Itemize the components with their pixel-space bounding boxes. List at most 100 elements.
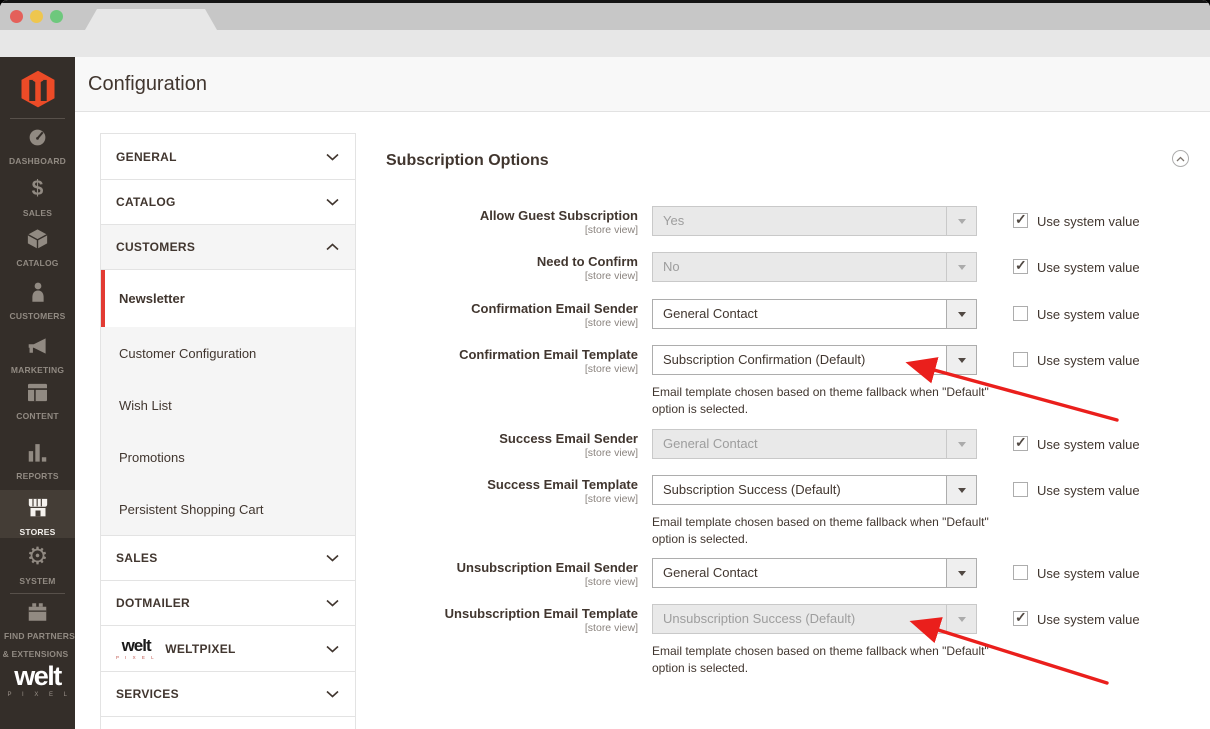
sidebar-item-label: DASHBOARD — [9, 156, 66, 166]
reports-icon — [0, 441, 75, 463]
page-header: Configuration — [75, 57, 1210, 112]
page-title: Configuration — [88, 57, 207, 111]
select-arrow-icon — [946, 346, 976, 374]
sidebar-item-dashboard[interactable]: DASHBOARD — [0, 126, 75, 169]
chevron-down-icon — [326, 594, 339, 612]
config-nav-item-customer-configuration[interactable]: Customer Configuration — [101, 327, 355, 379]
config-nav-item-newsletter[interactable]: Newsletter — [101, 270, 355, 327]
use-system-value-checkbox[interactable] — [1013, 436, 1028, 451]
config-nav: GENERAL CATALOG CUSTOMERS Newsletter Cus… — [100, 133, 356, 729]
zoom-window-button[interactable] — [50, 10, 63, 23]
unsubscription-email-template-select[interactable]: Unsubscription Success (Default) — [652, 604, 977, 634]
chevron-down-icon — [326, 549, 339, 567]
minimize-window-button[interactable] — [30, 10, 43, 23]
sidebar-item-catalog[interactable]: CATALOG — [0, 228, 75, 271]
collapse-section-button[interactable] — [1172, 150, 1189, 167]
sidebar-item-customers[interactable]: CUSTOMERS — [0, 281, 75, 324]
allow-guest-subscription-select[interactable]: Yes — [652, 206, 977, 236]
config-nav-section-customers[interactable]: CUSTOMERS — [101, 224, 355, 269]
chevron-down-icon — [326, 148, 339, 166]
field-label: Need to Confirm [store view] — [356, 255, 638, 284]
use-system-value-checkbox[interactable] — [1013, 259, 1028, 274]
field-note: Email template chosen based on theme fal… — [652, 643, 1004, 677]
config-nav-section-services[interactable]: SERVICES — [101, 671, 355, 716]
sidebar-item-marketing[interactable]: MARKETING — [0, 335, 75, 378]
use-system-value-checkbox[interactable] — [1013, 306, 1028, 321]
use-system-value-label[interactable]: Use system value — [1037, 437, 1140, 452]
config-nav-section-catalog[interactable]: CATALOG — [101, 179, 355, 224]
scope-hint: [store view] — [356, 576, 638, 590]
select-arrow-icon — [946, 430, 976, 458]
use-system-value-checkbox[interactable] — [1013, 565, 1028, 580]
confirmation-email-template-select[interactable]: Subscription Confirmation (Default) — [652, 345, 977, 375]
scope-hint: [store view] — [356, 447, 638, 461]
config-nav-section-dotmailer[interactable]: DOTMAILER — [101, 580, 355, 625]
section-label: SERVICES — [116, 687, 179, 701]
section-label: CATALOG — [116, 195, 176, 209]
content-area: GENERAL CATALOG CUSTOMERS Newsletter Cus… — [75, 112, 1210, 729]
browser-chrome — [0, 0, 1210, 57]
sidebar-item-stores[interactable]: STORES — [0, 490, 75, 538]
config-nav-item-promotions[interactable]: Promotions — [101, 431, 355, 483]
confirmation-email-sender-select[interactable]: General Contact — [652, 299, 977, 329]
select-arrow-icon — [946, 559, 976, 587]
magento-admin-app: DASHBOARD $ SALES CATALOG CUSTOMERS — [0, 57, 1210, 729]
use-system-value-label[interactable]: Use system value — [1037, 214, 1140, 229]
scope-hint: [store view] — [356, 224, 638, 238]
admin-menu-sidebar: DASHBOARD $ SALES CATALOG CUSTOMERS — [0, 57, 75, 729]
marketing-icon — [0, 335, 75, 357]
config-nav-item-wish-list[interactable]: Wish List — [101, 379, 355, 431]
close-window-button[interactable] — [10, 10, 23, 23]
section-label: SALES — [116, 551, 158, 565]
annotation-arrows — [356, 112, 1210, 729]
sidebar-item-label: REPORTS — [16, 471, 59, 481]
config-nav-section-general[interactable]: GENERAL — [101, 134, 355, 179]
config-nav-section-sales[interactable]: SALES — [101, 535, 355, 580]
unsubscription-email-sender-select[interactable]: General Contact — [652, 558, 977, 588]
sidebar-item-sales[interactable]: $ SALES — [0, 178, 75, 221]
chevron-down-icon — [326, 640, 339, 658]
field-label: Allow Guest Subscription [store view] — [356, 209, 638, 238]
use-system-value-checkbox[interactable] — [1013, 482, 1028, 497]
use-system-value-checkbox[interactable] — [1013, 611, 1028, 626]
scope-hint: [store view] — [356, 317, 638, 331]
section-label: DOTMAILER — [116, 596, 190, 610]
sidebar-divider — [10, 118, 65, 119]
config-nav-section-weltpixel[interactable]: welt P I X E L WELTPIXEL — [101, 625, 355, 671]
success-email-sender-select[interactable]: General Contact — [652, 429, 977, 459]
scope-hint: [store view] — [356, 493, 638, 507]
subscription-options-panel: Subscription Options Allow Guest Subscri… — [356, 112, 929, 729]
use-system-value-label[interactable]: Use system value — [1037, 260, 1140, 275]
catalog-icon — [0, 228, 75, 250]
sidebar-item-content[interactable]: CONTENT — [0, 381, 75, 424]
use-system-value-label[interactable]: Use system value — [1037, 612, 1140, 627]
magento-logo[interactable] — [0, 68, 75, 117]
sidebar-item-label: FIND PARTNERS & EXTENSIONS — [0, 631, 75, 659]
use-system-value-checkbox[interactable] — [1013, 213, 1028, 228]
field-note: Email template chosen based on theme fal… — [652, 384, 1004, 418]
sidebar-item-system[interactable]: ⚙ SYSTEM — [0, 546, 75, 589]
use-system-value-label[interactable]: Use system value — [1037, 566, 1140, 581]
sidebar-item-label: CUSTOMERS — [10, 311, 66, 321]
sidebar-item-label: CONTENT — [16, 411, 58, 421]
use-system-value-label[interactable]: Use system value — [1037, 307, 1140, 322]
use-system-value-label[interactable]: Use system value — [1037, 353, 1140, 368]
weltpixel-logo-text: welt — [0, 663, 75, 690]
use-system-value-label[interactable]: Use system value — [1037, 483, 1140, 498]
field-label: Confirmation Email Sender [store view] — [356, 302, 638, 331]
use-system-value-checkbox[interactable] — [1013, 352, 1028, 367]
field-label: Success Email Sender [store view] — [356, 432, 638, 461]
config-nav-section-next[interactable] — [101, 716, 355, 729]
sidebar-item-find-partners-extensions[interactable]: FIND PARTNERS & EXTENSIONS — [0, 601, 75, 662]
field-label: Unsubscription Email Sender [store view] — [356, 561, 638, 590]
browser-window: DASHBOARD $ SALES CATALOG CUSTOMERS — [0, 0, 1210, 729]
need-to-confirm-select[interactable]: No — [652, 252, 977, 282]
scope-hint: [store view] — [356, 622, 638, 636]
browser-tab[interactable] — [85, 9, 217, 30]
success-email-template-select[interactable]: Subscription Success (Default) — [652, 475, 977, 505]
content-icon — [0, 381, 75, 403]
weltpixel-logo: welt P I X E L — [0, 663, 75, 698]
sidebar-item-reports[interactable]: REPORTS — [0, 441, 75, 484]
config-nav-item-persistent-shopping-cart[interactable]: Persistent Shopping Cart — [101, 483, 355, 535]
section-label: GENERAL — [116, 150, 177, 164]
